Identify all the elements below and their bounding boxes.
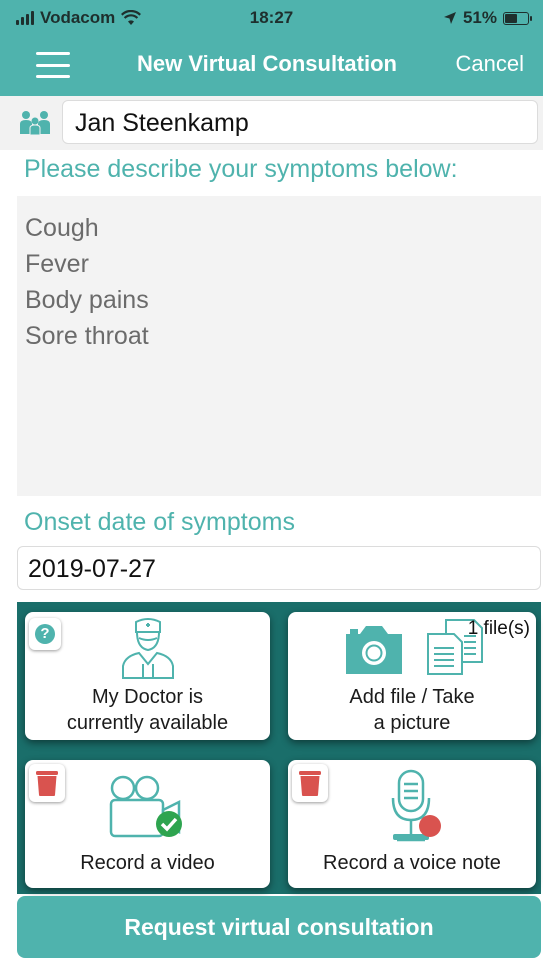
page-title: New Virtual Consultation xyxy=(137,51,397,76)
add-file-caption-line2: a picture xyxy=(373,712,451,734)
help-icon: ? xyxy=(35,624,55,644)
action-grid: ? My Doctor is currently available 1 fil… xyxy=(17,602,541,894)
request-consultation-button[interactable]: Request virtual consultation xyxy=(17,896,541,958)
family-icon xyxy=(20,111,50,136)
record-video-caption: Record a video xyxy=(80,852,215,874)
microphone-icon xyxy=(391,769,441,842)
doctor-caption-line2: currently available xyxy=(66,712,229,734)
onset-label: Onset date of symptoms xyxy=(24,508,295,536)
delete-voice-button[interactable] xyxy=(292,764,328,802)
add-file-caption: Add file / Take a picture xyxy=(288,684,536,736)
location-arrow-icon xyxy=(443,12,456,24)
camera-icon xyxy=(346,626,402,674)
record-voice-card[interactable]: Record a voice note xyxy=(288,760,536,888)
patient-name-field[interactable]: Jan Steenkamp xyxy=(62,100,538,144)
record-video-card[interactable]: Record a video xyxy=(25,760,270,888)
symptom-line: Sore throat xyxy=(25,322,149,350)
hamburger-menu-icon[interactable] xyxy=(36,52,70,78)
doctor-card-caption: My Doctor is currently available xyxy=(25,684,270,736)
record-voice-caption: Record a voice note xyxy=(323,852,501,874)
file-count-badge: 1 file(s) xyxy=(467,618,530,639)
trash-icon xyxy=(36,771,58,796)
battery-icon xyxy=(503,11,532,25)
cancel-button[interactable]: Cancel xyxy=(456,51,524,77)
doctor-available-card[interactable]: ? My Doctor is currently available xyxy=(25,612,270,740)
symptom-line: Cough xyxy=(25,214,99,242)
video-camera-icon xyxy=(109,775,182,838)
patient-row: Jan Steenkamp xyxy=(0,96,543,150)
doctor-icon xyxy=(122,618,174,679)
symptoms-label: Please describe your symptoms below: xyxy=(24,155,458,183)
delete-video-button[interactable] xyxy=(29,764,65,802)
trash-icon xyxy=(299,771,321,796)
top-bar: Vodacom 18:27 51% New Virtual Consultati… xyxy=(0,0,543,96)
symptoms-textarea[interactable]: Cough Fever Body pains Sore throat xyxy=(17,196,541,496)
onset-date-field[interactable]: 2019-07-27 xyxy=(17,546,541,590)
nav-bar: New Virtual Consultation Cancel xyxy=(0,34,543,96)
help-button[interactable]: ? xyxy=(29,618,61,650)
status-right: 51% xyxy=(443,8,532,28)
symptom-line: Fever xyxy=(25,250,89,278)
add-file-card[interactable]: 1 file(s) Add file / Take a picture xyxy=(288,612,536,740)
screen: Vodacom 18:27 51% New Virtual Consultati… xyxy=(0,0,543,960)
battery-percent: 51% xyxy=(462,8,497,27)
doctor-caption-line1: My Doctor is xyxy=(91,686,204,708)
status-bar: Vodacom 18:27 51% xyxy=(0,0,543,34)
add-file-caption-line1: Add file / Take xyxy=(349,686,475,708)
symptom-line: Body pains xyxy=(25,286,149,314)
